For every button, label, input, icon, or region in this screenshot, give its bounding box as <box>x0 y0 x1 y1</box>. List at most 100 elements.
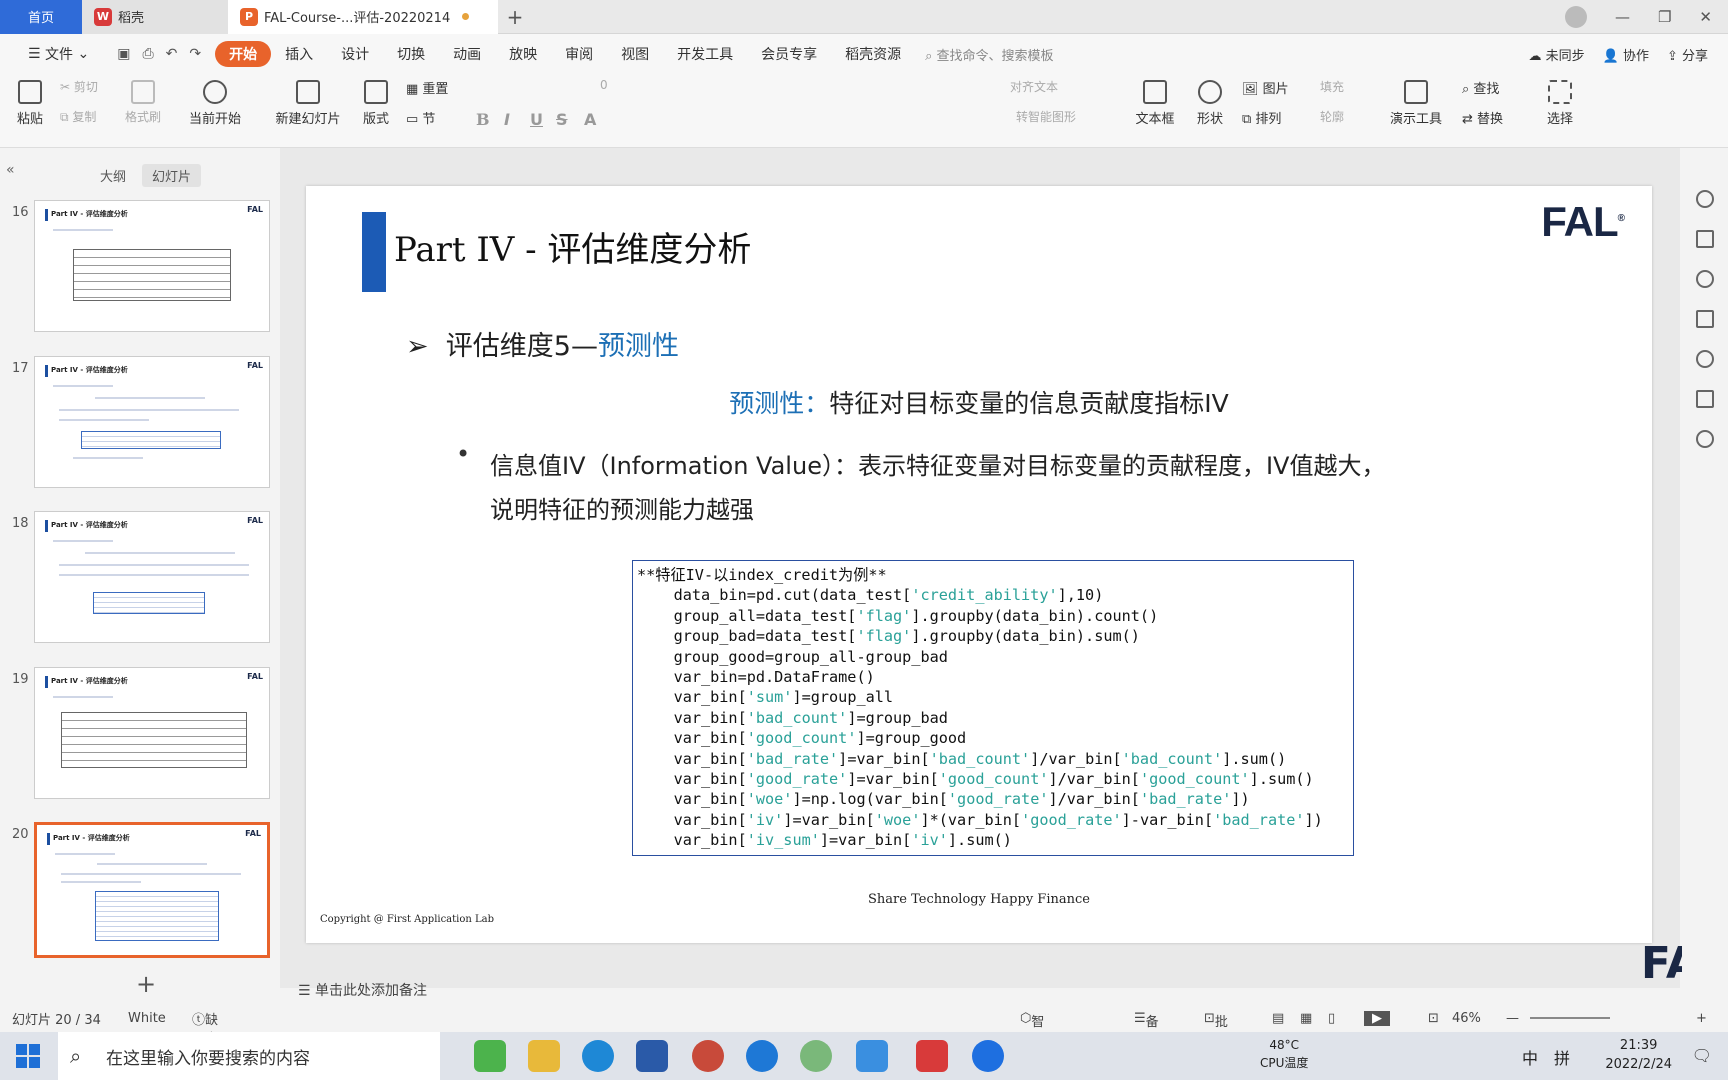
slide-thumbnail[interactable]: Part IV - 评估维度分析 FAL <box>34 356 270 488</box>
menu-tab-animation[interactable]: 动画 <box>439 41 495 67</box>
textbox-button[interactable]: 文本框 <box>1130 80 1180 127</box>
format-painter-button[interactable]: 格式刷 <box>118 80 168 125</box>
tab-daoke[interactable]: W 稻壳 <box>82 0 228 34</box>
notes-placeholder[interactable]: ☰ 单击此处添加备注 <box>298 980 427 1000</box>
smart-shape-button[interactable]: 转智能图形 <box>1016 108 1076 125</box>
zoom-slider[interactable] <box>1530 1017 1610 1019</box>
zoom-in-icon[interactable]: + <box>1696 1011 1707 1026</box>
beautify-button[interactable]: ⬡ 智能美化 <box>1020 1011 1044 1080</box>
avatar[interactable] <box>1564 5 1587 28</box>
ime-mode[interactable]: 拼 <box>1554 1045 1570 1069</box>
font-size-select[interactable]: 0 <box>600 78 608 92</box>
edge-icon[interactable] <box>582 1040 614 1072</box>
tab-outline[interactable]: 大纲 <box>90 164 136 187</box>
strikethrough-icon[interactable]: S <box>556 110 568 129</box>
restore-icon[interactable]: ❐ <box>1658 8 1671 26</box>
section-button[interactable]: ▭ 节 <box>406 108 435 127</box>
play-from-current-button[interactable]: 当前开始 <box>180 80 250 127</box>
italic-icon[interactable]: I <box>504 110 510 129</box>
slide-thumbnail[interactable]: Part IV - 评估维度分析 FAL <box>34 667 270 799</box>
sorter-view-icon[interactable]: ▦ <box>1300 1011 1312 1026</box>
bold-icon[interactable]: B <box>476 110 490 129</box>
menu-tab-view[interactable]: 视图 <box>607 41 663 67</box>
menu-tab-insert[interactable]: 插入 <box>271 41 327 67</box>
menu-tab-slideshow[interactable]: 放映 <box>495 41 551 67</box>
save-icon[interactable]: ▣ <box>117 46 130 62</box>
wps-icon[interactable] <box>916 1040 948 1072</box>
paste-button[interactable]: 粘贴 <box>10 80 50 127</box>
slide-thumbnail-selected[interactable]: Part IV - 评估维度分析 FAL <box>34 822 270 958</box>
app-icon[interactable] <box>692 1040 724 1072</box>
align-text-button[interactable]: 对齐文本 <box>1010 78 1058 95</box>
tab-slides[interactable]: 幻灯片 <box>142 164 202 187</box>
replace-button[interactable]: ⇄ 替换 <box>1462 108 1503 127</box>
file-explorer-icon[interactable] <box>528 1040 560 1072</box>
outline-button[interactable]: 轮廓 <box>1320 108 1344 125</box>
print-icon[interactable]: ⎙ <box>142 46 153 62</box>
missing-font-button[interactable]: ⓣ 缺失字体 <box>192 1009 218 1080</box>
image-icon[interactable] <box>1696 390 1714 408</box>
settings-sliders-icon[interactable] <box>1696 230 1714 248</box>
menu-tab-daoke-resources[interactable]: 稻壳资源 <box>831 41 915 67</box>
notification-icon[interactable]: 🗨 <box>1692 1046 1712 1065</box>
undo-icon[interactable]: ↶ <box>166 46 178 62</box>
slide-thumbnail[interactable]: Part IV - 评估维度分析 FAL <box>34 511 270 643</box>
arrange-button[interactable]: ⧉ 排列 <box>1242 108 1281 127</box>
slide[interactable]: Part IV - 评估维度分析 FAL® ➢ 评估维度5—预测性 预测性：特征… <box>306 186 1652 943</box>
slide-thumbnail[interactable]: Part IV - 评估维度分析 FAL <box>34 200 270 332</box>
music-app-icon[interactable] <box>972 1040 1004 1072</box>
comments-button[interactable]: ⊡ 批注 <box>1204 1011 1228 1049</box>
menu-tab-design[interactable]: 设计 <box>327 41 383 67</box>
fit-window-icon[interactable]: ⊡ <box>1428 1011 1439 1026</box>
present-tools-button[interactable]: 演示工具 <box>1386 80 1446 127</box>
layout-button[interactable]: 版式 <box>358 80 394 127</box>
collapse-panel-icon[interactable]: « <box>6 162 15 178</box>
command-search[interactable]: ⌕ 查找命令、搜索模板 <box>925 45 1053 64</box>
network-app-icon[interactable] <box>800 1040 832 1072</box>
collab-button[interactable]: 👤 协作 <box>1603 45 1649 64</box>
reading-view-icon[interactable]: ▯ <box>1328 1011 1335 1026</box>
add-slide-button[interactable]: + <box>136 970 156 998</box>
feishu-icon[interactable] <box>856 1040 888 1072</box>
help-icon[interactable] <box>1696 350 1714 368</box>
sas-icon[interactable] <box>636 1040 668 1072</box>
cut-button[interactable]: ✂ 剪切 <box>60 78 98 95</box>
windows-start-icon[interactable] <box>16 1044 40 1068</box>
menu-file[interactable]: ☰ 文件 ⌄ <box>14 41 103 67</box>
menu-tab-review[interactable]: 审阅 <box>551 41 607 67</box>
play-slideshow-button[interactable]: ▶ <box>1364 1010 1390 1026</box>
new-tab-button[interactable]: + <box>498 5 532 29</box>
redo-icon[interactable]: ↷ <box>189 46 201 62</box>
star-icon[interactable] <box>1696 270 1714 288</box>
taskbar-search[interactable]: ⌕ 在这里输入你要搜索的内容 <box>58 1032 440 1080</box>
find-button[interactable]: ⌕ 查找 <box>1462 78 1499 97</box>
rocket-icon[interactable] <box>1696 190 1714 208</box>
picture-button[interactable]: 🖼 图片 <box>1242 78 1289 97</box>
zoom-out-icon[interactable]: — <box>1506 1011 1519 1026</box>
menu-tab-developer[interactable]: 开发工具 <box>663 41 747 67</box>
menu-tab-member[interactable]: 会员专享 <box>747 41 831 67</box>
menu-tab-start[interactable]: 开始 <box>215 41 272 67</box>
tab-document[interactable]: P FAL-Course-...评估-20220214 <box>228 0 498 34</box>
new-slide-button[interactable]: 新建幻灯片 <box>268 80 348 127</box>
menu-tab-transition[interactable]: 切换 <box>383 41 439 67</box>
font-color-icon[interactable]: A <box>584 110 596 129</box>
transition-icon[interactable] <box>1696 310 1714 328</box>
ime-language[interactable]: 中 <box>1522 1045 1538 1069</box>
zoom-level[interactable]: 46% <box>1452 1011 1481 1026</box>
k-app-icon[interactable] <box>746 1040 778 1072</box>
compass-icon[interactable] <box>1696 430 1714 448</box>
minimize-icon[interactable]: — <box>1615 8 1630 26</box>
close-icon[interactable]: ✕ <box>1699 8 1712 26</box>
underline-icon[interactable]: U <box>530 110 543 129</box>
wechat-icon[interactable] <box>474 1040 506 1072</box>
clock[interactable]: 21:39 2022/2/24 <box>1605 1036 1672 1074</box>
reset-button[interactable]: ▦ 重置 <box>406 78 448 97</box>
copy-button[interactable]: ⧉ 复制 <box>60 108 96 125</box>
fill-button[interactable]: 填充 <box>1320 78 1344 95</box>
share-button[interactable]: ⇪ 分享 <box>1667 45 1708 64</box>
shape-button[interactable]: 形状 <box>1190 80 1230 127</box>
normal-view-icon[interactable]: ▤ <box>1272 1011 1284 1026</box>
sync-button[interactable]: ☁ 未同步 <box>1528 45 1584 64</box>
notes-button[interactable]: ☰ 备注 <box>1134 1011 1159 1049</box>
